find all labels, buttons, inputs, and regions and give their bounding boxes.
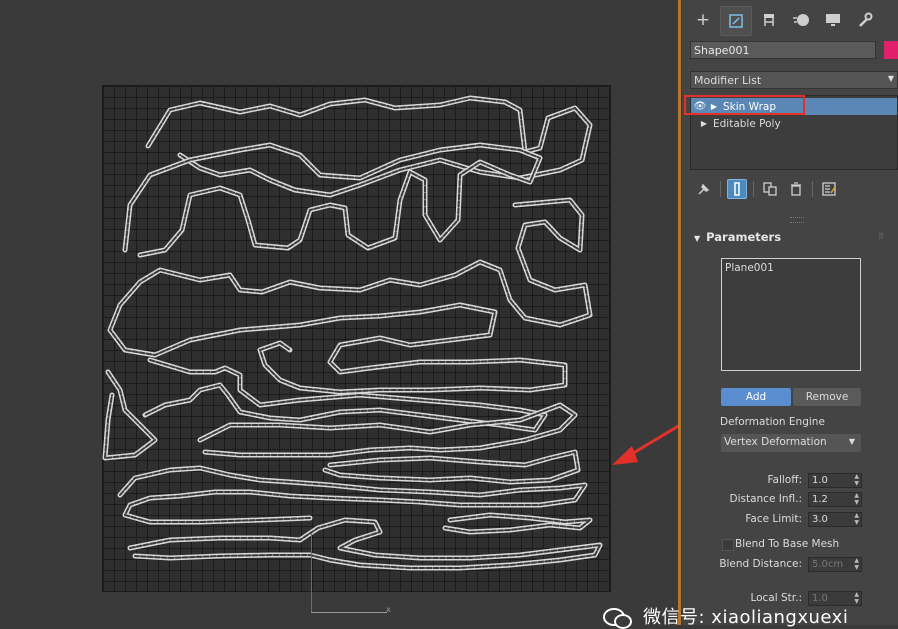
hierarchy-icon[interactable] xyxy=(754,6,784,34)
watermark-text: 微信号: xiaoliangxuexi xyxy=(643,607,849,628)
stack-item-editable-poly[interactable]: ▶ Editable Poly xyxy=(691,115,897,132)
face-limit-label: Face Limit: xyxy=(745,513,802,525)
modify-icon[interactable] xyxy=(720,6,752,36)
command-panel: + Shape001 Modifier List ▼ 👁 ▶ Skin Wrap xyxy=(682,0,898,625)
panel-resize-grip[interactable] xyxy=(790,217,804,223)
toolbar-divider xyxy=(720,181,721,197)
configure-modifier-sets-icon[interactable] xyxy=(819,179,839,199)
modifier-list-label: Modifier List xyxy=(694,74,762,87)
spinner-arrows-icon[interactable]: ▲ ▼ xyxy=(854,492,859,506)
show-end-result-icon[interactable] xyxy=(727,179,747,199)
deformation-engine-value: Vertex Deformation xyxy=(724,436,827,448)
spline-curves[interactable] xyxy=(0,0,678,625)
chevron-down-icon: ▼ xyxy=(848,437,855,446)
axis-label: x xyxy=(386,605,391,614)
spinner-arrows-icon[interactable]: ▲ ▼ xyxy=(854,557,859,571)
annotation-highlight-box xyxy=(684,95,805,115)
rollout-drag-handle-icon[interactable]: ⠿ xyxy=(878,232,884,241)
blend-to-base-checkbox[interactable] xyxy=(722,539,734,551)
curve-shapes xyxy=(102,95,603,571)
remove-button[interactable]: Remove xyxy=(793,388,861,406)
blend-to-base-label: Blend To Base Mesh xyxy=(735,538,840,550)
deformation-engine-dropdown[interactable]: Vertex Deformation ▼ xyxy=(721,434,861,452)
watermark: 微信号: xiaoliangxuexi xyxy=(603,603,848,629)
modifier-list-dropdown[interactable]: Modifier List ▼ xyxy=(690,71,898,89)
object-color-swatch[interactable] xyxy=(884,41,898,59)
utilities-icon[interactable] xyxy=(850,6,880,34)
list-item[interactable]: Plane001 xyxy=(725,262,857,274)
make-unique-icon[interactable] xyxy=(760,179,780,199)
distance-infl-label: Distance Infl.: xyxy=(729,493,803,505)
parameters-title: Parameters xyxy=(706,230,782,244)
remove-modifier-icon[interactable] xyxy=(786,179,806,199)
viewport[interactable]: x xyxy=(0,0,678,625)
motion-icon[interactable] xyxy=(786,6,816,34)
axis-x-line xyxy=(311,612,387,613)
wechat-icon xyxy=(603,606,633,629)
create-icon[interactable]: + xyxy=(688,6,718,34)
parameters-rollout-header[interactable]: ▼ Parameters xyxy=(694,230,781,244)
add-button[interactable]: Add xyxy=(721,388,791,406)
toolbar-divider xyxy=(753,181,754,197)
face-limit-value[interactable]: 3.0 xyxy=(812,514,828,525)
pin-stack-icon[interactable] xyxy=(694,179,714,199)
target-object-list[interactable]: Plane001 xyxy=(721,258,861,371)
expand-arrow-icon[interactable]: ▶ xyxy=(699,119,709,128)
collapse-triangle-icon: ▼ xyxy=(694,234,701,243)
distance-infl-spinner[interactable]: 1.2 ▲ ▼ xyxy=(808,492,862,507)
toolbar-divider xyxy=(812,181,813,197)
distance-infl-value[interactable]: 1.2 xyxy=(812,494,828,505)
blend-distance-label: Blend Distance: xyxy=(719,558,802,570)
spinner-arrows-icon[interactable]: ▲ ▼ xyxy=(854,591,859,605)
stack-item-label: Editable Poly xyxy=(713,117,781,130)
axis-y-line xyxy=(311,533,312,613)
display-icon[interactable] xyxy=(818,6,848,34)
panel-separator[interactable] xyxy=(678,0,681,625)
falloff-spinner[interactable]: 1.0 ▲ ▼ xyxy=(808,473,862,488)
deformation-engine-label: Deformation Engine xyxy=(720,416,825,428)
command-panel-tabs: + xyxy=(688,6,880,36)
stack-toolbar xyxy=(694,179,839,199)
face-limit-spinner[interactable]: 3.0 ▲ ▼ xyxy=(808,512,862,527)
chevron-down-icon: ▼ xyxy=(887,74,894,83)
blend-distance-spinner[interactable]: 5.0cm ▲ ▼ xyxy=(808,557,862,572)
blend-distance-value[interactable]: 5.0cm xyxy=(812,559,843,570)
falloff-label: Falloff: xyxy=(767,474,802,486)
object-name-field[interactable]: Shape001 xyxy=(690,41,876,59)
falloff-value[interactable]: 1.0 xyxy=(812,475,828,486)
spinner-arrows-icon[interactable]: ▲ ▼ xyxy=(854,512,859,526)
spinner-arrows-icon[interactable]: ▲ ▼ xyxy=(854,473,859,487)
annotation-arrow xyxy=(612,424,678,465)
